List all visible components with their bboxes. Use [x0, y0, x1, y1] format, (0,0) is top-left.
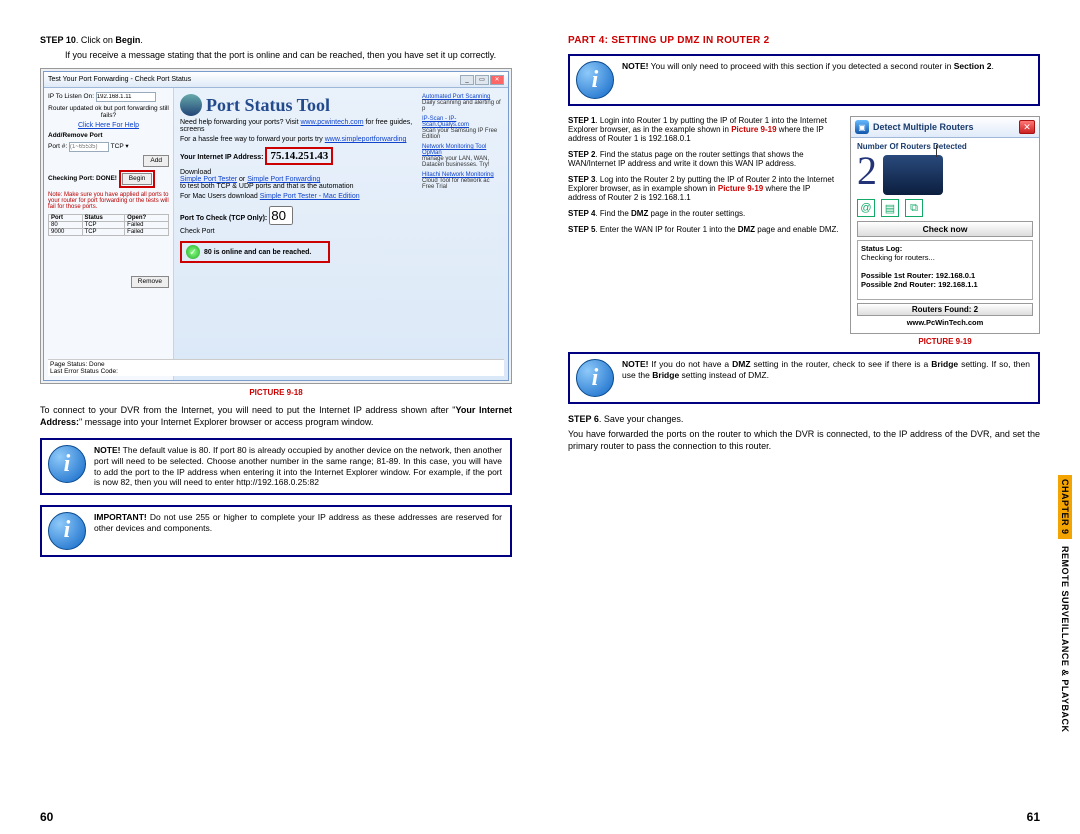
port-to-check-label: Port To Check (TCP Only): [180, 215, 267, 222]
your-ip-value: 75.14.251.43 [265, 147, 333, 165]
note-second-router: i NOTE! You will only need to proceed wi… [568, 54, 1040, 106]
chapter-tab: CHAPTER 9 REMOTE SURVEILLANCE & PLAYBACK [1060, 475, 1070, 736]
routers-found-label: Routers Found: 2 [857, 303, 1033, 316]
table-row[interactable]: 80TCPFailed [49, 222, 169, 229]
dmr-titlebar: ▣ Detect Multiple Routers ✕ [851, 117, 1039, 138]
ads-column: Automated Port ScanningDaily scanning an… [422, 94, 502, 263]
note-default-port: i NOTE! The default value is 80. If port… [40, 438, 512, 495]
router-image [883, 155, 943, 195]
info-icon: i [576, 61, 614, 99]
picture-9-18-caption: PICTURE 9-18 [40, 388, 512, 397]
note-important-255: i IMPORTANT! Do not use 255 or higher to… [40, 505, 512, 557]
left-panel: IP To Listen On: Router updated ok but p… [44, 88, 174, 380]
connect-paragraph: To connect to your DVR from the Internet… [40, 405, 512, 428]
close-button[interactable]: ✕ [1019, 120, 1035, 134]
port-status-window: Test Your Port Forwarding - Check Port S… [43, 71, 509, 381]
port-label: Port #: [48, 143, 67, 150]
page-61: PART 4: SETTING UP DMZ IN ROUTER 2 i NOT… [540, 0, 1080, 834]
picture-9-18-frame: Test Your Port Forwarding - Check Port S… [40, 68, 512, 384]
help-link[interactable]: Click Here For Help [78, 122, 139, 129]
step-label: STEP 10 [40, 35, 76, 45]
router-tree-icon: ▣ [855, 120, 869, 134]
detect-routers-window: ▣ Detect Multiple Routers ✕ Number Of Ro… [850, 116, 1040, 334]
port-status-title: Port Status Tool [180, 94, 414, 116]
window-buttons: _ ▭ ✕ [460, 75, 504, 85]
begin-button[interactable]: Begin [122, 173, 153, 185]
check-icon: ✓ [186, 245, 200, 259]
steps-and-picture: STEP 1. Login into Router 1 by putting t… [568, 116, 1040, 346]
add-remove-label: Add/Remove Port [48, 132, 103, 139]
minimize-button[interactable]: _ [460, 75, 474, 85]
at-icon[interactable]: @ [857, 199, 875, 217]
checking-label: Checking Port: DONE! [48, 175, 117, 182]
status-log-box: Status Log: Checking for routers... Poss… [857, 240, 1033, 300]
mac-link[interactable]: Simple Port Tester - Mac Edition [260, 193, 360, 200]
part-4-title: PART 4: SETTING UP DMZ IN ROUTER 2 [568, 35, 1040, 46]
right-panel: Port Status Tool Need help forwarding yo… [174, 88, 508, 380]
info-icon: i [48, 512, 86, 550]
check-port-button[interactable]: Check Port [180, 228, 215, 235]
info-icon: i [48, 445, 86, 483]
dmr-title-text: Detect Multiple Routers [873, 122, 1015, 132]
doc-icon[interactable]: ▤ [881, 199, 899, 217]
closing-paragraph: You have forwarded the ports on the rout… [568, 429, 1040, 452]
spf2-link[interactable]: Simple Port Forwarding [247, 176, 320, 183]
online-msg: 80 is online and can be reached. [204, 249, 311, 256]
note-dmz-bridge: i NOTE! If you do not have a DMZ setting… [568, 352, 1040, 404]
maximize-button[interactable]: ▭ [475, 75, 489, 85]
router-count: 2 [857, 151, 877, 191]
ip-listen-input[interactable] [96, 92, 156, 102]
add-button[interactable]: Add [143, 155, 169, 167]
spt-link[interactable]: Simple Port Tester [180, 176, 237, 183]
remove-button[interactable]: Remove [131, 276, 169, 288]
router-question: Router updated ok but port forwarding st… [48, 105, 169, 119]
step-10-sub: If you receive a message stating that th… [65, 50, 512, 60]
picture-9-19-caption: PICTURE 9-19 [850, 337, 1040, 346]
dmr-count-row: 2 [857, 151, 1033, 195]
port-to-check-input[interactable] [269, 206, 293, 225]
window-title: Test Your Port Forwarding - Check Port S… [48, 76, 191, 83]
left-note: Note: Make sure you have applied all por… [48, 192, 169, 210]
page-number-left: 60 [40, 810, 53, 824]
your-ip-label: Your Internet IP Address: [180, 154, 264, 161]
pcwintech-link[interactable]: www.pcwintech.com [301, 119, 364, 126]
globe-icon [180, 94, 202, 116]
check-now-button[interactable]: Check now [857, 221, 1033, 237]
chapter-title: REMOTE SURVEILLANCE & PLAYBACK [1058, 539, 1072, 737]
spf-link[interactable]: www.simpleportforwarding [325, 136, 407, 143]
table-row[interactable]: 9000TCPFailed [49, 229, 169, 236]
close-button[interactable]: ✕ [490, 75, 504, 85]
online-status-box: ✓ 80 is online and can be reached. [180, 241, 330, 263]
step-text: . Click on [76, 35, 116, 45]
dmr-subtitle: Number Of Routers Detected [857, 142, 1033, 151]
picture-9-19-column: ▣ Detect Multiple Routers ✕ Number Of Ro… [850, 116, 1040, 346]
ip-listen-label: IP To Listen On: [48, 93, 94, 100]
page-60: STEP 10. Click on Begin. If you receive … [0, 0, 540, 834]
window-titlebar: Test Your Port Forwarding - Check Port S… [44, 72, 508, 88]
info-icon: i [576, 359, 614, 397]
dmr-site-label: www.PcWinTech.com [857, 316, 1033, 329]
steps-column: STEP 1. Login into Router 1 by putting t… [568, 116, 840, 346]
step-6-label: STEP 6 [568, 414, 599, 424]
begin-word: Begin [115, 35, 140, 45]
copy-icon[interactable]: ⧉ [905, 199, 923, 217]
port-input[interactable] [69, 142, 109, 152]
chapter-label: CHAPTER 9 [1058, 475, 1072, 539]
status-bar: Page Status: Done Last Error Status Code… [174, 359, 504, 376]
dmr-action-icons: @ ▤ ⧉ [857, 199, 1033, 217]
page-number-right: 61 [1027, 810, 1040, 824]
port-table: PortStatusOpen? 80TCPFailed 9000TCPFaile… [48, 214, 169, 236]
step-10: STEP 10. Click on Begin. [40, 35, 512, 45]
